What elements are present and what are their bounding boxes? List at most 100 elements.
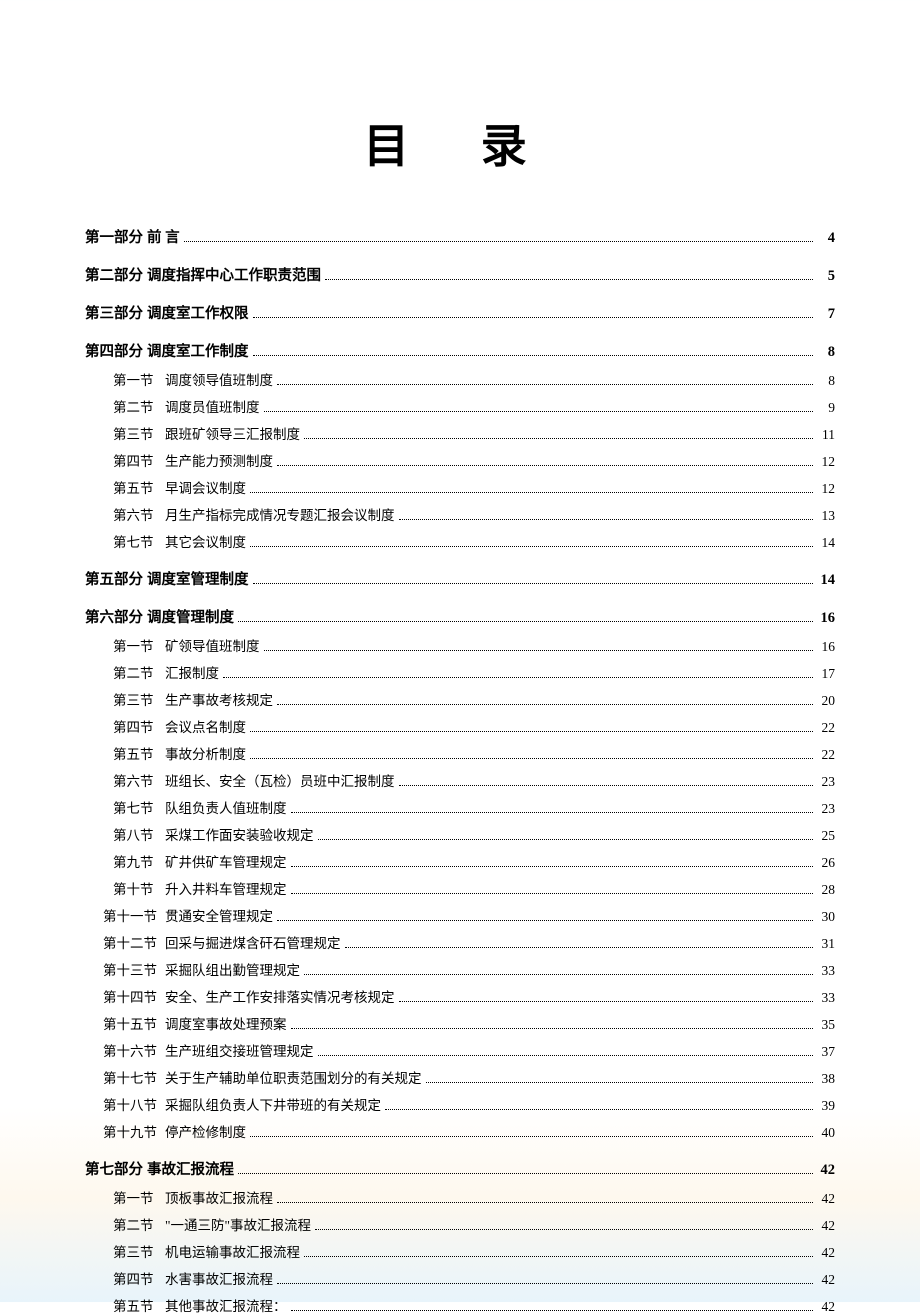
leader-dots xyxy=(304,438,813,439)
section-title: 事故分析制度 xyxy=(165,743,246,763)
leader-dots xyxy=(250,758,813,759)
page-number: 37 xyxy=(817,1044,835,1060)
leader-dots xyxy=(304,974,813,975)
page-number: 28 xyxy=(817,882,835,898)
toc-section-row: 第七节其它会议制度 14 xyxy=(85,531,835,551)
section-label: 第十八节 xyxy=(103,1094,165,1114)
leader-dots xyxy=(318,839,814,840)
leader-dots xyxy=(399,519,814,520)
section-label: 第四节 xyxy=(113,450,165,470)
toc-section-row: 第十五节调度室事故处理预案35 xyxy=(85,1013,835,1033)
leader-dots xyxy=(253,355,814,356)
page-number: 42 xyxy=(817,1272,835,1288)
toc-section-row: 第七节队组负责人值班制度23 xyxy=(85,797,835,817)
section-title: 其它会议制度 xyxy=(165,531,246,551)
page-number: 4 xyxy=(817,230,835,247)
section-title: 矿井供矿车管理规定 xyxy=(165,851,287,871)
toc-section-row: 第六节班组长、安全（瓦检）员班中汇报制度23 xyxy=(85,770,835,790)
page-number: 11 xyxy=(817,427,835,443)
toc-section-row: 第五节其他事故汇报流程：42 xyxy=(85,1295,835,1315)
section-label: 第十节 xyxy=(113,878,165,898)
toc-section-row: 第十一节贯通安全管理规定30 xyxy=(85,905,835,925)
page-number: 9 xyxy=(817,400,835,416)
leader-dots xyxy=(264,411,814,412)
page-number: 42 xyxy=(817,1191,835,1207)
section-title: "一通三防"事故汇报流程 xyxy=(165,1214,311,1234)
leader-dots xyxy=(385,1109,813,1110)
leader-dots xyxy=(277,465,813,466)
part-label: 第三部分 xyxy=(85,302,147,323)
toc-section-row: 第十八节采掘队组负责人下井带班的有关规定39 xyxy=(85,1094,835,1114)
leader-dots xyxy=(291,866,814,867)
part-title: 前 言 xyxy=(147,226,180,247)
leader-dots xyxy=(253,317,814,318)
part-label: 第四部分 xyxy=(85,340,147,361)
leader-dots xyxy=(184,241,813,242)
part-label: 第五部分 xyxy=(85,568,147,589)
section-title: 机电运输事故汇报流程 xyxy=(165,1241,300,1261)
section-title: 月生产指标完成情况专题汇报会议制度 xyxy=(165,504,395,524)
page-number: 22 xyxy=(817,720,835,736)
leader-dots xyxy=(291,893,814,894)
page-number: 23 xyxy=(817,774,835,790)
section-title: 采掘队组出勤管理规定 xyxy=(165,959,300,979)
section-label: 第三节 xyxy=(113,689,165,709)
leader-dots xyxy=(250,546,813,547)
section-label: 第六节 xyxy=(113,770,165,790)
page-number: 5 xyxy=(817,268,835,285)
section-label: 第四节 xyxy=(113,1268,165,1288)
part-title: 调度室工作制度 xyxy=(147,340,249,361)
toc-part-row: 第四部分调度室工作制度8 xyxy=(85,340,835,361)
toc-part-row: 第七部分事故汇报流程42 xyxy=(85,1158,835,1179)
part-title: 调度室管理制度 xyxy=(147,568,249,589)
toc-part-row: 第六部分调度管理制度16 xyxy=(85,606,835,627)
section-title: 顶板事故汇报流程 xyxy=(165,1187,273,1207)
toc-section-row: 第十二节回采与掘进煤含矸石管理规定31 xyxy=(85,932,835,952)
leader-dots xyxy=(223,677,813,678)
leader-dots xyxy=(345,947,814,948)
leader-dots xyxy=(277,704,813,705)
toc-section-row: 第二节"一通三防"事故汇报流程42 xyxy=(85,1214,835,1234)
toc-section-row: 第十九节停产检修制度40 xyxy=(85,1121,835,1141)
leader-dots xyxy=(325,279,813,280)
toc-section-row: 第一节调度领导值班制度 8 xyxy=(85,369,835,389)
page-number: 31 xyxy=(817,936,835,952)
toc-section-row: 第六节月生产指标完成情况专题汇报会议制度13 xyxy=(85,504,835,524)
section-label: 第八节 xyxy=(113,824,165,844)
section-label: 第十五节 xyxy=(103,1013,165,1033)
section-label: 第六节 xyxy=(113,504,165,524)
part-label: 第六部分 xyxy=(85,606,147,627)
toc-section-row: 第四节会议点名制度22 xyxy=(85,716,835,736)
section-label: 第一节 xyxy=(113,369,165,389)
page-number: 12 xyxy=(817,454,835,470)
page-number: 16 xyxy=(817,639,835,655)
page-number: 42 xyxy=(817,1162,835,1179)
section-title: 汇报制度 xyxy=(165,662,219,682)
page-number: 23 xyxy=(817,801,835,817)
page-number: 26 xyxy=(817,855,835,871)
page-number: 14 xyxy=(817,535,835,551)
leader-dots xyxy=(277,1283,813,1284)
section-title: 贯通安全管理规定 xyxy=(165,905,273,925)
section-title: 生产班组交接班管理规定 xyxy=(165,1040,314,1060)
toc-part-row: 第二部分调度指挥中心工作职责范围5 xyxy=(85,264,835,285)
leader-dots xyxy=(291,1028,814,1029)
section-label: 第十四节 xyxy=(103,986,165,1006)
section-label: 第七节 xyxy=(113,531,165,551)
toc-section-row: 第十节升入井料车管理规定28 xyxy=(85,878,835,898)
leader-dots xyxy=(291,812,814,813)
toc-section-row: 第一节顶板事故汇报流程42 xyxy=(85,1187,835,1207)
page-number: 8 xyxy=(817,373,835,389)
section-title: 跟班矿领导三汇报制度 xyxy=(165,423,300,443)
toc-section-row: 第三节跟班矿领导三汇报制度11 xyxy=(85,423,835,443)
section-title: 会议点名制度 xyxy=(165,716,246,736)
leader-dots xyxy=(291,1310,814,1311)
page-title: 目 录 xyxy=(85,110,835,176)
section-title: 生产事故考核规定 xyxy=(165,689,273,709)
section-title: 调度领导值班制度 xyxy=(165,369,273,389)
section-label: 第七节 xyxy=(113,797,165,817)
part-title: 调度室工作权限 xyxy=(147,302,249,323)
leader-dots xyxy=(304,1256,813,1257)
page-number: 42 xyxy=(817,1245,835,1261)
section-label: 第五节 xyxy=(113,1295,165,1315)
